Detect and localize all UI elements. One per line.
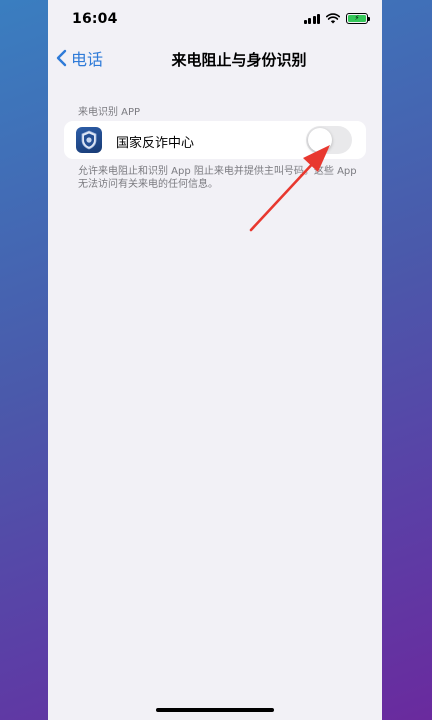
- status-icons: ⚡: [303, 13, 370, 24]
- app-name: 国家反诈中心: [116, 136, 195, 151]
- status-time: 16:04: [72, 11, 118, 27]
- shield-badge-icon: [76, 127, 102, 153]
- status-bar: 16:04 ⚡: [48, 0, 382, 40]
- navigation-bar: 电话 来电阻止与身份识别: [48, 42, 382, 76]
- battery-charging-icon: ⚡: [348, 15, 366, 22]
- phone-screen: 16:04 ⚡ 电话 来电阻止与身份识别 来电识别 APP 国家反诈中心 允许来…: [48, 0, 382, 720]
- back-button-label: 电话: [71, 50, 104, 69]
- wifi-icon: [326, 13, 340, 24]
- app-list-item: 国家反诈中心: [64, 121, 366, 159]
- battery-icon: ⚡: [346, 13, 370, 24]
- page-title: 来电阻止与身份识别: [171, 51, 307, 69]
- section-header: 来电识别 APP: [78, 107, 141, 118]
- section-footer: 允许来电阻止和识别 App 阻止来电并提供主叫号码。这些 App 无法访问有关来…: [78, 166, 357, 190]
- cellular-signal-icon: [303, 13, 320, 24]
- home-indicator: [156, 708, 274, 712]
- chevron-left-icon: [56, 49, 67, 67]
- toggle-knob: [308, 128, 332, 152]
- call-blocking-toggle[interactable]: [306, 126, 352, 154]
- back-button[interactable]: 电话: [56, 46, 103, 70]
